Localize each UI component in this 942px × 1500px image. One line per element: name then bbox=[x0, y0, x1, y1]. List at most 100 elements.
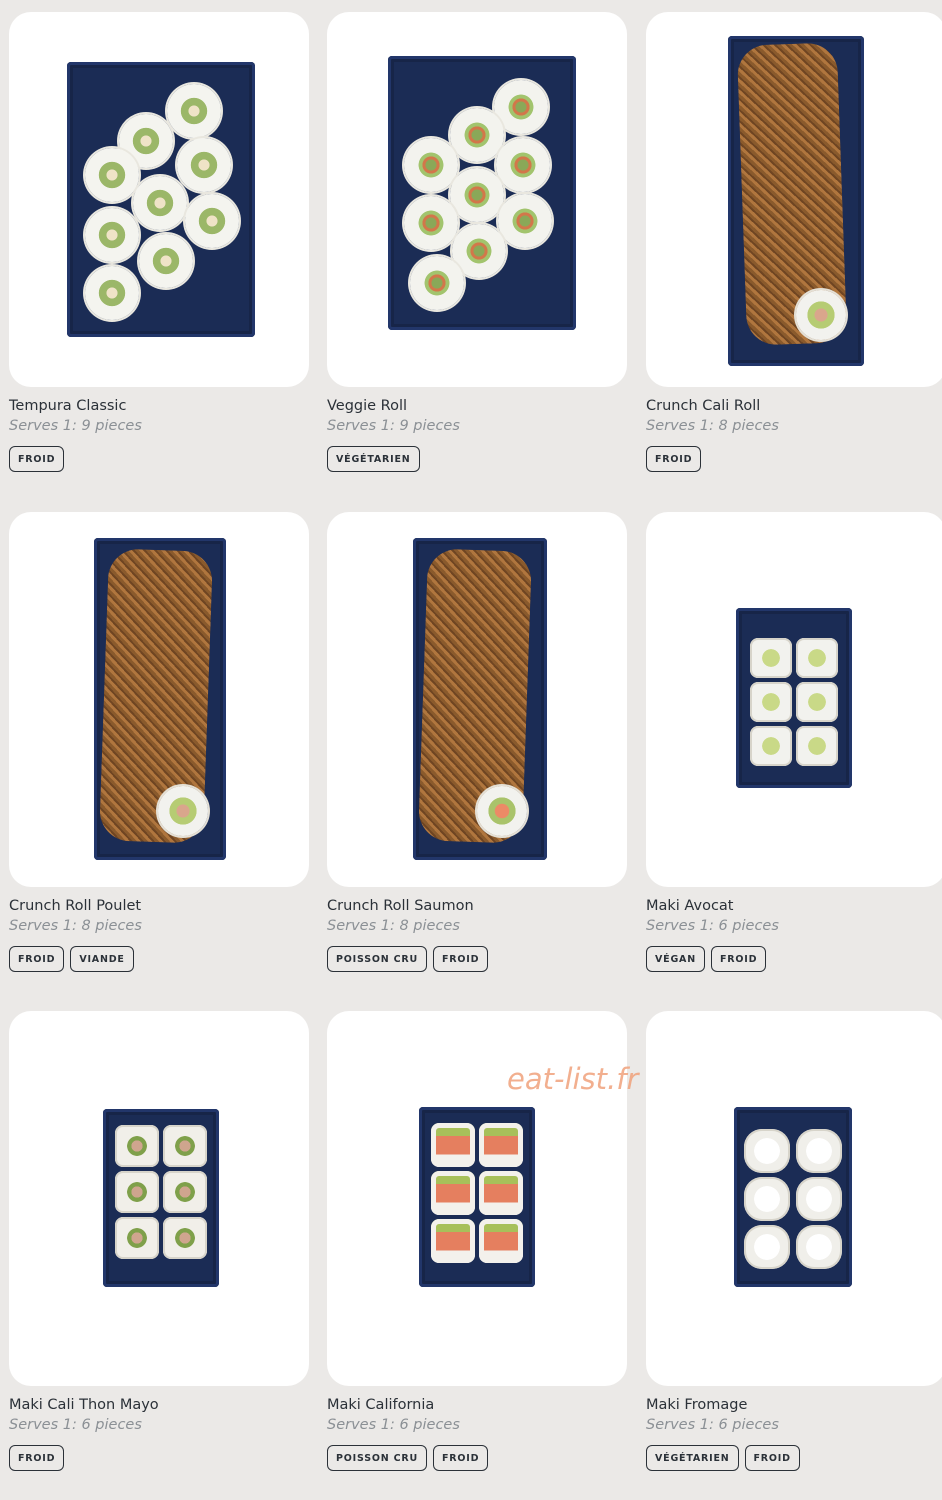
tag-badge: FROID bbox=[646, 446, 702, 472]
product-grid: Tempura Classic Serves 1: 9 pieces FROID… bbox=[0, 0, 942, 1500]
sushi-tray bbox=[388, 56, 576, 330]
product-image[interactable] bbox=[646, 1011, 942, 1386]
maki-piece bbox=[796, 1225, 842, 1269]
product-card[interactable]: Maki Fromage Serves 1: 6 pieces VÉGÉTARI… bbox=[646, 1011, 942, 1471]
product-title[interactable]: Maki Cali Thon Mayo bbox=[9, 1397, 159, 1413]
product-tags: VÉGAN FROID bbox=[646, 946, 767, 972]
sushi-end-piece bbox=[796, 290, 846, 340]
maki-piece bbox=[163, 1125, 207, 1167]
tag-badge: FROID bbox=[710, 946, 767, 972]
tag-badge: VÉGÉTARIEN bbox=[327, 446, 420, 472]
product-image[interactable] bbox=[646, 12, 942, 387]
product-image[interactable] bbox=[9, 512, 309, 887]
maki-piece bbox=[744, 1177, 790, 1221]
product-tags: FROID bbox=[9, 446, 65, 472]
product-serves: Serves 1: 8 pieces bbox=[327, 918, 460, 934]
sushi-piece bbox=[85, 266, 139, 320]
sushi-tray bbox=[94, 538, 226, 860]
maki-piece bbox=[750, 638, 792, 678]
sushi-piece bbox=[450, 168, 504, 222]
product-serves: Serves 1: 8 pieces bbox=[9, 918, 142, 934]
product-card[interactable]: Veggie Roll Serves 1: 9 pieces VÉGÉTARIE… bbox=[327, 12, 627, 472]
tag-badge: FROID bbox=[432, 946, 489, 972]
maki-piece bbox=[750, 726, 792, 766]
product-title[interactable]: Crunch Roll Poulet bbox=[9, 898, 141, 914]
product-title[interactable]: Veggie Roll bbox=[327, 398, 407, 414]
sushi-piece bbox=[85, 208, 139, 262]
sushi-piece bbox=[139, 234, 193, 288]
sushi-piece bbox=[404, 196, 458, 250]
sushi-tray bbox=[734, 1107, 852, 1287]
sushi-tray bbox=[419, 1107, 535, 1287]
product-image[interactable] bbox=[9, 12, 309, 387]
product-card[interactable]: Tempura Classic Serves 1: 9 pieces FROID bbox=[9, 12, 309, 472]
product-serves: Serves 1: 6 pieces bbox=[9, 1417, 142, 1433]
tag-badge: POISSON CRU bbox=[327, 1445, 427, 1471]
sushi-piece bbox=[498, 194, 552, 248]
maki-piece bbox=[479, 1219, 523, 1263]
sushi-piece bbox=[177, 138, 231, 192]
product-tags: POISSON CRU FROID bbox=[327, 946, 489, 972]
maki-piece bbox=[115, 1171, 159, 1213]
product-title[interactable]: Maki California bbox=[327, 1397, 434, 1413]
maki-piece bbox=[796, 726, 838, 766]
maki-piece bbox=[431, 1171, 475, 1215]
product-serves: Serves 1: 6 pieces bbox=[646, 1417, 779, 1433]
sushi-end-piece bbox=[477, 786, 527, 836]
maki-piece bbox=[431, 1123, 475, 1167]
product-image[interactable] bbox=[9, 1011, 309, 1386]
maki-piece bbox=[744, 1225, 790, 1269]
maki-piece bbox=[115, 1125, 159, 1167]
product-serves: Serves 1: 6 pieces bbox=[646, 918, 779, 934]
watermark: eat-list.fr bbox=[507, 1062, 639, 1096]
product-serves: Serves 1: 6 pieces bbox=[327, 1417, 460, 1433]
tag-badge: VIANDE bbox=[70, 946, 134, 972]
product-serves: Serves 1: 8 pieces bbox=[646, 418, 779, 434]
product-card[interactable]: Crunch Cali Roll Serves 1: 8 pieces FROI… bbox=[646, 12, 942, 472]
sushi-piece bbox=[496, 138, 550, 192]
sushi-piece bbox=[410, 256, 464, 310]
product-title[interactable]: Crunch Cali Roll bbox=[646, 398, 760, 414]
product-image[interactable] bbox=[327, 12, 627, 387]
product-tags: VÉGÉTARIEN bbox=[327, 446, 420, 472]
sushi-tray bbox=[728, 36, 864, 366]
product-card[interactable]: Crunch Roll Saumon Serves 1: 8 pieces PO… bbox=[327, 512, 627, 972]
product-card[interactable]: Maki Avocat Serves 1: 6 pieces VÉGAN FRO… bbox=[646, 512, 942, 972]
tag-badge: FROID bbox=[432, 1445, 489, 1471]
maki-piece bbox=[796, 682, 838, 722]
product-title[interactable]: Maki Avocat bbox=[646, 898, 734, 914]
maki-piece bbox=[479, 1123, 523, 1167]
tag-badge: VÉGÉTARIEN bbox=[646, 1445, 739, 1471]
product-serves: Serves 1: 9 pieces bbox=[327, 418, 460, 434]
sushi-tray bbox=[736, 608, 852, 788]
sushi-piece bbox=[404, 138, 458, 192]
product-serves: Serves 1: 9 pieces bbox=[9, 418, 142, 434]
sushi-tray bbox=[103, 1109, 219, 1287]
tag-badge: FROID bbox=[9, 946, 65, 972]
product-title[interactable]: Crunch Roll Saumon bbox=[327, 898, 474, 914]
product-tags: FROID VIANDE bbox=[9, 946, 134, 972]
product-title[interactable]: Tempura Classic bbox=[9, 398, 126, 414]
product-tags: FROID bbox=[646, 446, 702, 472]
product-image[interactable] bbox=[327, 512, 627, 887]
maki-piece bbox=[796, 1129, 842, 1173]
sushi-tray bbox=[413, 538, 547, 860]
tag-badge: FROID bbox=[744, 1445, 800, 1471]
product-card[interactable]: Crunch Roll Poulet Serves 1: 8 pieces FR… bbox=[9, 512, 309, 972]
maki-piece bbox=[796, 638, 838, 678]
tag-badge: FROID bbox=[9, 446, 65, 472]
sushi-piece bbox=[450, 108, 504, 162]
product-image[interactable] bbox=[646, 512, 942, 887]
maki-piece bbox=[431, 1219, 475, 1263]
sushi-end-piece bbox=[158, 786, 208, 836]
product-title[interactable]: Maki Fromage bbox=[646, 1397, 747, 1413]
product-tags: FROID bbox=[9, 1445, 65, 1471]
product-tags: POISSON CRU FROID bbox=[327, 1445, 489, 1471]
maki-piece bbox=[744, 1129, 790, 1173]
sushi-piece bbox=[185, 194, 239, 248]
product-card[interactable]: Maki Cali Thon Mayo Serves 1: 6 pieces F… bbox=[9, 1011, 309, 1471]
maki-piece bbox=[796, 1177, 842, 1221]
product-tags: VÉGÉTARIEN FROID bbox=[646, 1445, 800, 1471]
sushi-piece bbox=[167, 84, 221, 138]
sushi-tray bbox=[67, 62, 255, 337]
